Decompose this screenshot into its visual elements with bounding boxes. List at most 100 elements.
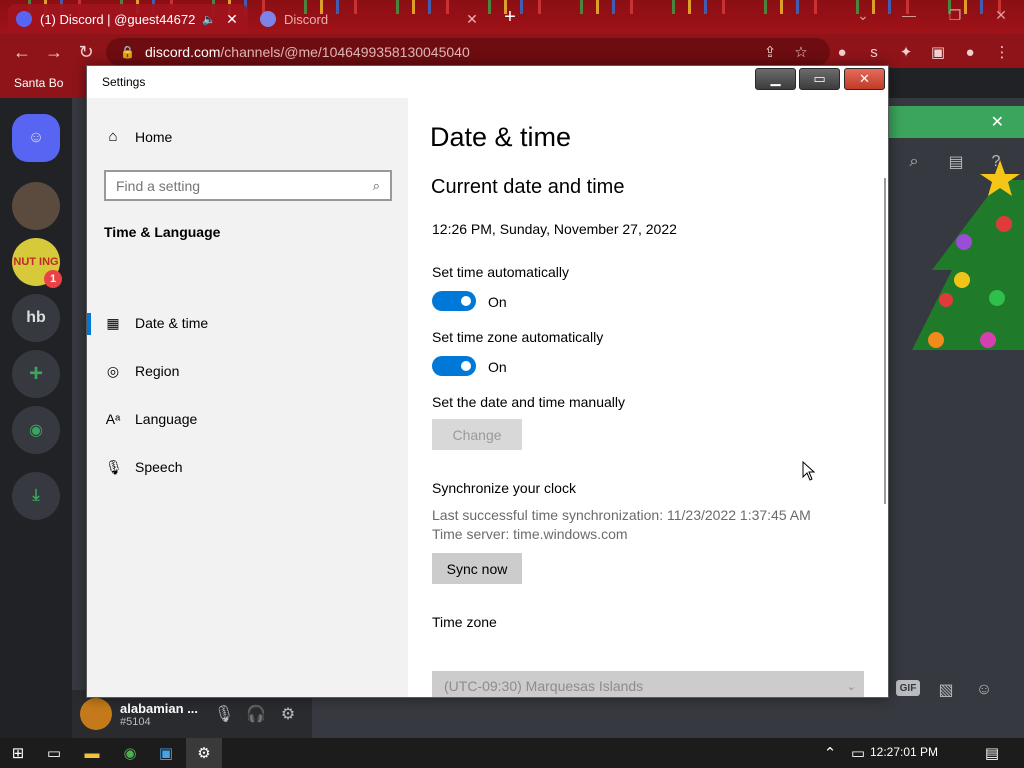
scrollbar[interactable]	[884, 178, 886, 504]
calendar-clock-icon: ▦	[106, 314, 120, 331]
chevron-down-icon: ⌄	[846, 680, 856, 693]
emoji-icon[interactable]: ☺	[972, 678, 996, 702]
time-server-text: Time server: time.windows.com	[432, 526, 628, 542]
extension-flag-icon[interactable]: ●	[832, 42, 852, 62]
set-time-auto-state: On	[488, 294, 507, 310]
browser-tab-discord-active[interactable]: (1) Discord | @guest44672 🔈 ✕	[8, 4, 248, 34]
user-name: alabamian ...	[120, 700, 199, 716]
sidebar-item-language[interactable]: Aᵃ Language	[87, 399, 408, 439]
manual-datetime-label: Set the date and time manually	[432, 394, 626, 410]
discord-home-button[interactable]: ☺	[12, 114, 60, 162]
server-avatar[interactable]	[12, 182, 60, 230]
chevron-up-icon[interactable]: ⌃	[818, 738, 842, 768]
microphone-icon: 🎙	[105, 458, 123, 475]
browser-menu-icon[interactable]: ⋮	[992, 42, 1012, 62]
minimize-button[interactable]: ▁	[755, 68, 796, 90]
sticker-icon[interactable]: ▧	[934, 678, 958, 702]
task-view-icon[interactable]: ▭	[36, 738, 72, 768]
sync-heading: Synchronize your clock	[432, 480, 576, 496]
share-icon[interactable]: ⇪	[760, 42, 780, 62]
chrome-icon[interactable]: ◉	[112, 738, 148, 768]
christmas-tree-decoration	[912, 160, 1024, 350]
new-tab-button[interactable]: +	[498, 6, 522, 29]
bookmark-santa[interactable]: Santa Bo	[0, 68, 90, 98]
download-icon[interactable]: ⤓	[12, 472, 60, 520]
network-icon[interactable]: ▭	[846, 738, 870, 768]
server-name: NUT ING	[13, 256, 59, 268]
settings-gear-icon[interactable]: ⚙	[186, 738, 222, 768]
side-panel-icon[interactable]: ▣	[928, 42, 948, 62]
notifications-icon[interactable]: ▤	[974, 738, 1010, 768]
settings-content: Date & time Current date and time 12:26 …	[408, 98, 888, 697]
settings-titlebar: Settings ▁ ▭ ✕	[87, 66, 888, 98]
find-setting-input[interactable]: Find a setting ⌕	[104, 170, 392, 201]
file-explorer-icon[interactable]: ▬	[74, 738, 110, 768]
settings-window: Settings ▁ ▭ ✕ ⌂ Home Find a setting ⌕ T…	[86, 65, 889, 698]
add-server-icon[interactable]: +	[12, 350, 60, 398]
browser-tab-discord[interactable]: Discord ✕	[252, 4, 488, 34]
deafen-icon[interactable]: 🎧	[244, 702, 268, 726]
timezone-dropdown[interactable]: (UTC-09:30) Marquesas Islands ⌄	[432, 671, 864, 697]
url-path: /channels/@me/1046499358130045040	[220, 44, 470, 60]
search-placeholder: Find a setting	[116, 177, 201, 194]
sidebar-item-label: Region	[135, 363, 180, 379]
close-tab-icon[interactable]: ✕	[224, 11, 240, 28]
mention-badge: 1	[44, 270, 62, 288]
back-arrow-icon[interactable]: ←	[10, 40, 34, 64]
close-tab-icon[interactable]: ✕	[464, 11, 480, 28]
user-avatar[interactable]	[80, 698, 112, 730]
extensions-puzzle-icon[interactable]: ✦	[896, 42, 916, 62]
app-icon[interactable]: ▣	[148, 738, 184, 768]
address-bar[interactable]: 🔒 discord.com /channels/@me/104649935813…	[106, 38, 830, 66]
server-nuting[interactable]: NUT ING 1	[12, 238, 62, 288]
change-button[interactable]: Change	[432, 419, 522, 450]
set-time-auto-label: Set time automatically	[432, 264, 569, 280]
section-title: Time & Language	[104, 224, 221, 240]
close-notice-icon[interactable]: ✕	[991, 112, 1004, 132]
mute-mic-icon[interactable]: 🎙	[212, 702, 236, 726]
lock-icon[interactable]: 🔒	[120, 45, 135, 59]
tab-search-icon[interactable]: ⌄	[840, 0, 886, 30]
reload-icon[interactable]: ↻	[74, 40, 98, 64]
windows-start-icon[interactable]: ⊞	[0, 738, 36, 768]
discord-favicon-icon	[260, 11, 276, 27]
browser-tab-bar: (1) Discord | @guest44672 🔈 ✕ Discord ✕ …	[0, 0, 1024, 34]
profile-avatar-icon[interactable]: ●	[960, 42, 980, 62]
set-tz-auto-label: Set time zone automatically	[432, 329, 604, 345]
user-settings-gear-icon[interactable]: ⚙	[276, 702, 300, 726]
discord-logo-icon: ☺	[27, 129, 45, 146]
sidebar-item-speech[interactable]: 🎙 Speech	[87, 447, 408, 487]
sidebar-item-region[interactable]: ◎ Region	[87, 351, 408, 391]
set-time-auto-toggle[interactable]	[432, 291, 476, 311]
language-icon: Aᵃ	[105, 411, 121, 427]
tab-title: (1) Discord | @guest44672	[40, 11, 196, 27]
discord-notice-bar: ✕	[888, 106, 1024, 138]
close-button[interactable]: ✕	[844, 68, 885, 90]
extension-s-icon[interactable]: s	[864, 42, 884, 62]
browser-restore-button[interactable]: ❐	[932, 0, 978, 30]
bookmark-label: Santa Bo	[14, 76, 64, 90]
browser-close-button[interactable]: ✕	[978, 0, 1024, 30]
set-tz-auto-toggle[interactable]	[432, 356, 476, 376]
taskbar-clock[interactable]: 12:27:01 PM	[870, 745, 938, 759]
gif-button[interactable]: GIF	[896, 680, 920, 696]
server-name: hb	[26, 309, 46, 326]
windows-taskbar: ⊞ ▭ ▬ ◉ ▣ ⚙ ⌃ ▭ 🔈 12:27:01 PM ▤	[0, 738, 1024, 768]
browser-minimize-button[interactable]: —	[886, 0, 932, 30]
explore-compass-icon[interactable]: ◉	[12, 406, 60, 454]
maximize-button[interactable]: ▭	[799, 68, 840, 90]
timezone-label: Time zone	[432, 614, 497, 630]
sidebar-item-label: Language	[135, 411, 198, 427]
current-datetime: 12:26 PM, Sunday, November 27, 2022	[432, 221, 677, 237]
search-icon[interactable]: ⌕	[373, 178, 380, 194]
nav-home[interactable]: ⌂ Home	[105, 128, 172, 145]
sidebar-item-label: Speech	[135, 459, 183, 475]
sidebar-item-date-time[interactable]: ▦ Date & time	[87, 303, 408, 343]
speaker-icon[interactable]: 🔈	[202, 13, 216, 26]
bookmark-star-icon[interactable]: ☆	[791, 42, 811, 62]
sync-now-button[interactable]: Sync now	[432, 553, 522, 584]
page-title: Date & time	[430, 122, 572, 152]
discord-server-list: ☺ NUT ING 1 hb + ◉ ⤓	[0, 98, 72, 738]
forward-arrow-icon[interactable]: →	[42, 40, 66, 64]
server-hb[interactable]: hb	[12, 294, 60, 342]
